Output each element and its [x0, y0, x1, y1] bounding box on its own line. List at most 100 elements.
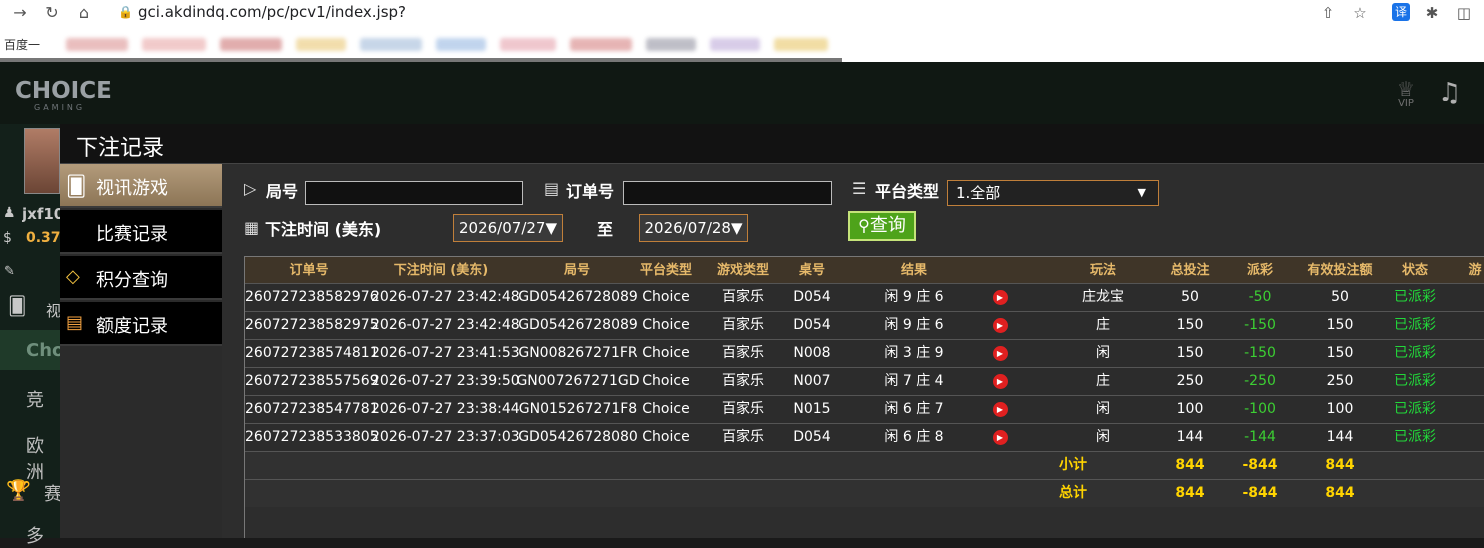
- avatar: [24, 128, 60, 194]
- round-input[interactable]: [305, 181, 523, 205]
- menu-item-points-query[interactable]: ◇ 积分查询: [60, 256, 222, 300]
- menu-item-label: 视讯游戏: [96, 178, 168, 199]
- table-header-cell: 结果: [900, 263, 927, 278]
- home-icon[interactable]: ⌂: [74, 3, 94, 23]
- table-cell: N008: [793, 345, 831, 361]
- bg-text[interactable]: 多: [26, 522, 44, 548]
- video-play-icon[interactable]: ▶: [985, 312, 1015, 340]
- table-cell: 2026-07-27 23:42:48: [371, 317, 520, 333]
- menu-item-live-games[interactable]: 🂠 视讯游戏: [60, 164, 222, 208]
- sidepanel-icon[interactable]: ◫: [1454, 3, 1474, 23]
- reload-icon[interactable]: ↻: [42, 3, 62, 23]
- bg-text[interactable]: Cho: [26, 340, 60, 361]
- table-header-cell: 总投注: [1170, 263, 1210, 278]
- music-icon[interactable]: ♫: [1438, 78, 1461, 108]
- site-header: CHOICE GAMING: [0, 62, 1484, 124]
- bookmark-blurred[interactable]: [296, 38, 346, 51]
- order-input[interactable]: [623, 181, 832, 205]
- star-icon[interactable]: ☆: [1350, 3, 1370, 23]
- table-cell: GN007267271GD: [516, 373, 640, 389]
- bg-text: 视: [46, 302, 60, 320]
- table-cell: D054: [793, 289, 831, 305]
- menu-item-match-records[interactable]: 比赛记录: [60, 210, 222, 254]
- platform-select[interactable]: 1.全部 ▼: [947, 180, 1159, 206]
- table-cell: 百家乐: [722, 289, 764, 305]
- bookmark-blurred[interactable]: [646, 38, 696, 51]
- bookmark-blurred[interactable]: [436, 38, 486, 51]
- table-row: 260727238547781 2026-07-27 23:38:44 GN0152…: [245, 396, 1484, 424]
- table-cell: 100: [1176, 401, 1204, 417]
- table-cell: 844: [1325, 457, 1355, 473]
- bookmark-blurred[interactable]: [500, 38, 556, 51]
- table-cell: 150: [1326, 345, 1354, 361]
- play-icon: ▶: [992, 401, 1008, 417]
- bookmark-blurred[interactable]: [360, 38, 422, 51]
- table-cell: Choice: [642, 345, 690, 361]
- table-cell: 50: [1181, 289, 1199, 305]
- table-cell: 50: [1331, 289, 1349, 305]
- bookmark-blurred[interactable]: [774, 38, 828, 51]
- table-subtotal-row: 小计 844 -844 844: [245, 452, 1484, 480]
- query-button[interactable]: ⚲查询: [848, 211, 916, 241]
- video-play-icon[interactable]: ▶: [985, 368, 1015, 396]
- browser-chrome: → ↻ ⌂ 🔒 gci.akdindq.com/pc/pcv1/index.js…: [0, 0, 1484, 62]
- table-cell: 250: [1326, 373, 1354, 389]
- bet-time-label: 下注时间 (美东): [265, 220, 382, 239]
- table-cell: 百家乐: [722, 345, 764, 361]
- table-cell: 260727238574811: [245, 345, 379, 361]
- table-cell: 2026-07-27 23:39:50: [371, 373, 520, 389]
- table-cell: 150: [1176, 345, 1204, 361]
- money-icon: $: [3, 230, 12, 246]
- table-header-cell: 状态: [1401, 263, 1428, 278]
- table-cell: 百家乐: [722, 429, 764, 445]
- table-cell: 100: [1326, 401, 1354, 417]
- address-row: → ↻ ⌂ 🔒 gci.akdindq.com/pc/pcv1/index.js…: [0, 0, 1484, 26]
- table-cell: 844: [1175, 485, 1205, 501]
- bookmark-blurred[interactable]: [66, 38, 128, 51]
- extensions-icon[interactable]: ✱: [1422, 3, 1442, 23]
- video-play-icon[interactable]: ▶: [985, 396, 1015, 424]
- date-to-picker[interactable]: 2026/07/28▼: [639, 214, 748, 242]
- bg-text[interactable]: 竞: [26, 386, 44, 412]
- edit-icon[interactable]: ✎: [4, 264, 15, 279]
- bg-text[interactable]: 欧洲: [26, 432, 60, 484]
- table-header-cell: 桌号: [798, 263, 825, 278]
- play-icon: ▶: [992, 317, 1008, 333]
- date-from-picker[interactable]: 2026/07/27▼: [453, 214, 563, 242]
- bookmark-blurred[interactable]: [570, 38, 632, 51]
- share-icon[interactable]: ⇧: [1318, 3, 1338, 23]
- table-cell: 已派彩: [1394, 345, 1436, 361]
- play-icon: ▶: [992, 373, 1008, 389]
- table-cell: 已派彩: [1394, 289, 1436, 305]
- menu-item-credit-records[interactable]: ▤ 额度记录: [60, 302, 222, 346]
- vip-icon[interactable]: ♕ VIP: [1390, 79, 1422, 109]
- table-cell: 百家乐: [722, 373, 764, 389]
- table-cell: -844: [1242, 485, 1278, 501]
- back-icon[interactable]: →: [10, 3, 30, 23]
- modal-title: 下注记录: [76, 136, 165, 161]
- table-cell: -144: [1244, 429, 1276, 445]
- table-total-row: 总计 844 -844 844: [245, 480, 1484, 508]
- table-cell: -150: [1244, 345, 1276, 361]
- bookmark-baidu[interactable]: 百度一: [4, 36, 40, 53]
- table-cell: 150: [1176, 317, 1204, 333]
- query-label: 查询: [869, 215, 906, 236]
- trophy-icon: 🏆: [6, 478, 31, 502]
- site-logo-sub: GAMING: [34, 103, 86, 112]
- bookmark-blurred[interactable]: [710, 38, 760, 51]
- bg-text[interactable]: 赛: [44, 480, 60, 506]
- video-play-icon[interactable]: ▶: [985, 340, 1015, 368]
- address-bar[interactable]: 🔒 gci.akdindq.com/pc/pcv1/index.jsp?: [108, 1, 1390, 25]
- translate-icon[interactable]: 译: [1392, 3, 1410, 21]
- table-cell: 已派彩: [1394, 373, 1436, 389]
- bookmark-blurred[interactable]: [220, 38, 282, 51]
- bet-records-table: 订单号 下注时间 (美东) 局号 平台类型 游戏类型 桌号 结果 玩法 总投注 派彩 有效投注额 状态…: [244, 256, 1484, 508]
- document-icon: ▤: [66, 312, 84, 333]
- bookmark-blurred[interactable]: [142, 38, 206, 51]
- table-cell: 260727238533805: [245, 429, 379, 445]
- video-play-icon[interactable]: ▶: [985, 424, 1015, 452]
- modal-title-bar: 下注记录: [60, 124, 1484, 164]
- site-logo[interactable]: CHOICE: [15, 78, 112, 104]
- tag-icon: ▷: [244, 179, 257, 198]
- video-play-icon[interactable]: ▶: [985, 284, 1015, 312]
